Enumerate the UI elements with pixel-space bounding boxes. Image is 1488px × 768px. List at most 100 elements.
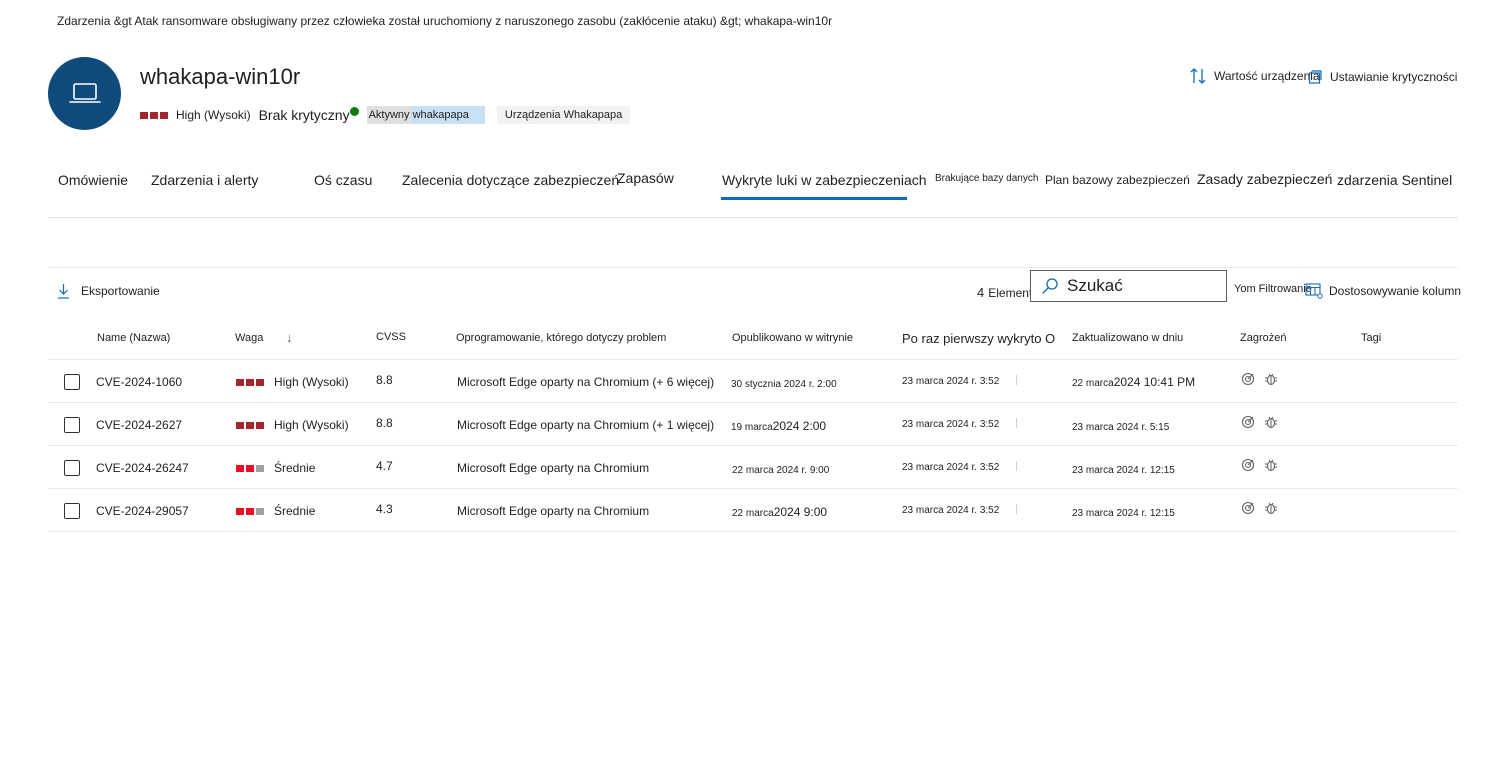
- cve-id[interactable]: CVE-2024-26247: [96, 461, 189, 475]
- tag-whakapapa-devices[interactable]: Urządzenia Whakapapa: [496, 106, 631, 124]
- breadcrumb[interactable]: Zdarzenia &gt Atak ransomware obsługiwan…: [57, 14, 832, 28]
- cve-id[interactable]: CVE-2024-1060: [96, 375, 182, 389]
- filter-prefix: Yom: [1234, 283, 1256, 295]
- cvss-score: 4.3: [376, 502, 393, 516]
- column-header-tags[interactable]: Tagi: [1361, 332, 1381, 344]
- column-header-published[interactable]: Opublikowano w witrynie: [732, 332, 853, 344]
- published-date: 22 marca2024 9:00: [732, 505, 827, 519]
- severity-indicator: [236, 378, 264, 386]
- cell-divider: [1016, 461, 1017, 471]
- column-header-first-detected[interactable]: Po raz pierwszy wykryto O: [902, 331, 1055, 346]
- cvss-score: 8.8: [376, 416, 393, 430]
- search-icon: [1042, 278, 1058, 294]
- page-title: whakapa-win10r: [140, 64, 301, 89]
- avatar: [48, 57, 121, 130]
- published-date-rest: 2024 9:00: [773, 505, 828, 519]
- row-checkbox[interactable]: [64, 460, 80, 476]
- column-header-software[interactable]: Oprogramowanie, którego dotyczy problem: [456, 332, 666, 344]
- device-value-button[interactable]: Wartość urządzenia: [1190, 67, 1320, 85]
- updated-date: 23 marca 2024 r. 5:15: [1072, 419, 1169, 433]
- cve-id[interactable]: CVE-2024-29057: [96, 504, 189, 518]
- tab-inventory[interactable]: Zapasów: [617, 170, 674, 186]
- threat-icons: [1241, 415, 1278, 429]
- affected-software: Microsoft Edge oparty na Chromium: [457, 504, 650, 518]
- published-date: 19 marca2024 2:00: [731, 419, 826, 433]
- table-header: Name (Nazwa) Waga ↓ CVSS Oprogramowanie,…: [48, 318, 1458, 360]
- cvss-score: 4.7: [376, 459, 393, 473]
- cell-divider: [1016, 418, 1017, 428]
- affected-software: Microsoft Edge oparty na Chromium (+ 6 w…: [457, 375, 715, 389]
- bug-icon: [1265, 416, 1277, 429]
- row-checkbox[interactable]: [64, 374, 80, 390]
- tab-sentinel-events[interactable]: zdarzenia Sentinel: [1337, 172, 1452, 188]
- target-icon: [1241, 501, 1255, 515]
- column-header-threats[interactable]: Zagrożeń: [1240, 332, 1286, 344]
- published-date: 22 marca 2024 r. 9:00: [732, 462, 829, 476]
- cve-id[interactable]: CVE-2024-2627: [96, 418, 182, 432]
- severity-indicator: [236, 507, 264, 515]
- tab-incidents-alerts[interactable]: Zdarzenia i alerty: [151, 172, 258, 188]
- published-date-part: 22 marca: [732, 508, 774, 519]
- bug-icon: [1265, 373, 1277, 386]
- filter-button[interactable]: Yom Filtrowanie: [1234, 283, 1312, 295]
- section-divider: [48, 267, 1458, 268]
- severity-indicator: [236, 464, 264, 472]
- vulnerabilities-table: Name (Nazwa) Waga ↓ CVSS Oprogramowanie,…: [48, 318, 1458, 532]
- table-row[interactable]: CVE-2024-26247 Średnie 4.7 Microsoft Edg…: [48, 446, 1458, 489]
- tab-overview[interactable]: Omówienie: [58, 172, 128, 188]
- severity-label: Średnie: [274, 504, 316, 518]
- tab-security-baseline[interactable]: Plan bazowy zabezpieczeń: [1045, 173, 1190, 187]
- tab-timeline[interactable]: Oś czasu: [314, 172, 372, 188]
- first-detected-date: 23 marca 2024 r. 3:52: [902, 505, 1000, 516]
- set-criticality-button[interactable]: Ustawianie krytyczności: [1308, 70, 1457, 84]
- column-header-severity[interactable]: Waga: [235, 332, 263, 344]
- tab-missing-kbs[interactable]: Brakujące bazy danych: [935, 173, 1038, 184]
- updated-date: 23 marca 2024 r. 12:15: [1072, 462, 1175, 476]
- export-button[interactable]: Eksportowanie: [57, 283, 160, 299]
- severity-cell: Średnie: [236, 461, 315, 475]
- column-header-updated[interactable]: Zaktualizowano w dniu: [1072, 332, 1183, 344]
- severity-cell: High (Wysoki): [236, 418, 349, 432]
- device-tags-row: High (Wysoki) Brak krytyczny Aktywny wha…: [140, 105, 631, 125]
- severity-label: High (Wysoki): [274, 418, 349, 432]
- severity-indicator: [236, 421, 264, 429]
- sort-descending-icon[interactable]: ↓: [286, 330, 293, 345]
- tag-active-whakapapa[interactable]: Aktywny whakapapa: [366, 106, 485, 124]
- cell-divider: [1016, 504, 1017, 514]
- column-header-cvss[interactable]: CVSS: [376, 331, 406, 343]
- tab-security-recommendations[interactable]: Zalecenia dotyczące zabezpieczeń: [402, 172, 619, 188]
- updated-date-rest: 2024 10:41 PM: [1113, 375, 1196, 389]
- download-icon: [58, 284, 69, 299]
- table-row[interactable]: CVE-2024-2627 High (Wysoki) 8.8 Microsof…: [48, 403, 1458, 446]
- table-row[interactable]: CVE-2024-1060 High (Wysoki) 8.8 Microsof…: [48, 360, 1458, 403]
- risk-level-label: High (Wysoki): [176, 108, 251, 122]
- threat-icons: [1241, 458, 1278, 472]
- device-value-label: Wartość urządzenia: [1214, 69, 1320, 83]
- first-detected-date: 23 marca 2024 r. 3:52: [902, 462, 1000, 473]
- published-date-part: 30 stycznia 2024 r. 2:00: [731, 379, 837, 390]
- tab-discovered-vulnerabilities[interactable]: Wykryte luki w zabezpieczeniach: [722, 172, 927, 188]
- filter-label: Filtrowanie: [1258, 283, 1312, 295]
- published-date-rest: 2024 2:00: [772, 419, 827, 433]
- tab-security-policies[interactable]: Zasady zabezpieczeń: [1197, 171, 1332, 187]
- target-icon: [1241, 372, 1255, 386]
- set-criticality-label: Ustawianie krytyczności: [1330, 70, 1458, 84]
- row-checkbox[interactable]: [64, 503, 80, 519]
- search-box[interactable]: [1030, 270, 1227, 302]
- column-header-name[interactable]: Name (Nazwa): [97, 332, 170, 344]
- affected-software: Microsoft Edge oparty na Chromium: [457, 461, 650, 475]
- severity-label: High (Wysoki): [274, 375, 349, 389]
- search-input[interactable]: [1067, 276, 1217, 296]
- target-icon: [1241, 415, 1255, 429]
- published-date: 30 stycznia 2024 r. 2:00: [731, 376, 837, 390]
- updated-date: 22 marca2024 10:41 PM: [1072, 375, 1195, 389]
- status-dot: [349, 106, 359, 116]
- updated-date-part: 23 marca 2024 r. 5:15: [1072, 422, 1170, 433]
- published-date-part: 22 marca 2024 r. 9:00: [732, 465, 830, 476]
- customize-columns-button[interactable]: Dostosowywanie kolumn: [1305, 283, 1461, 299]
- risk-level-indicator: [140, 111, 168, 119]
- table-row[interactable]: CVE-2024-29057 Średnie 4.3 Microsoft Edg…: [48, 489, 1458, 532]
- updated-date-part: 23 marca 2024 r. 12:15: [1072, 465, 1175, 476]
- row-checkbox[interactable]: [64, 417, 80, 433]
- items-count-number: 4: [977, 285, 985, 300]
